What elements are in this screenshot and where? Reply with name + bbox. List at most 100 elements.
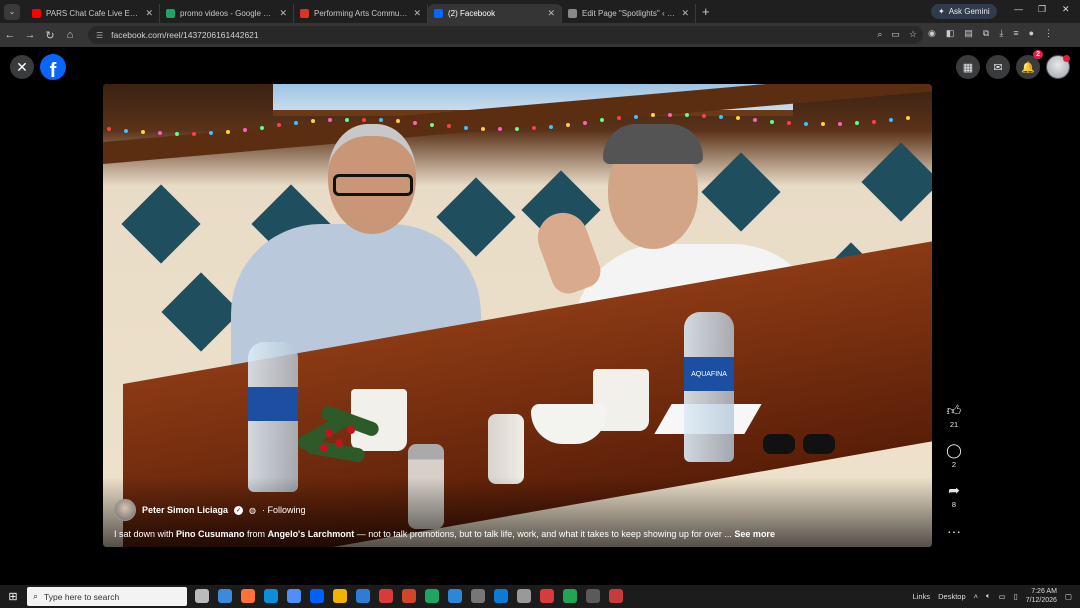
tab-favicon-icon [300,9,309,18]
download-icon[interactable]: ⤓ [999,28,1003,39]
light-bulb [175,131,179,136]
pinned-app-icon[interactable] [333,589,347,603]
light-bulb [345,117,349,122]
forward-icon[interactable]: → [20,29,40,41]
back-icon[interactable]: ← [0,29,20,41]
facebook-logo[interactable]: f [40,54,66,80]
browser-tab[interactable]: promo videos - Google Drive ✕ [160,4,294,23]
desktop-toolbar[interactable]: Desktop [938,592,966,601]
pinned-app-icon[interactable] [218,589,232,603]
tab-favicon-icon [32,9,41,18]
chevron-up-icon[interactable]: ˄ [974,592,978,601]
browser-tab[interactable]: Edit Page "Spotlights" ‹ Peter Li ✕ [562,4,696,23]
tab-close-icon[interactable]: ✕ [681,8,689,19]
reload-icon[interactable]: ↻ [40,29,60,42]
battery-icon[interactable]: ▯ [1014,592,1018,601]
extension-icon-3[interactable]: ▤ [964,28,973,39]
pinned-app-icon[interactable] [402,589,416,603]
light-bulb [753,118,757,123]
ask-gemini-button[interactable]: ✦ Ask Gemini [931,4,997,19]
pinned-app-icon[interactable] [287,589,301,603]
home-icon[interactable]: ⌂ [60,29,80,41]
notifications-button[interactable]: 🔔 2 [1016,50,1043,79]
light-bulb [634,114,638,119]
windows-start-icon[interactable]: ⊞ [0,590,26,603]
site-info-icon[interactable]: ☰ [96,31,103,40]
extensions-puzzle-icon[interactable]: ⧉ [983,28,989,39]
search-icon: ⌕ [33,591,39,601]
pinned-app-icon[interactable] [356,589,370,603]
light-bulb [260,125,264,130]
tab-close-icon[interactable]: ✕ [145,8,153,19]
pinned-app-icon[interactable] [540,589,554,603]
messenger-button[interactable]: ✉ [986,55,1010,79]
cast-icon[interactable]: ▭ [891,29,900,40]
pinned-app-icon[interactable] [241,589,255,603]
maximize-icon[interactable]: ❐ [1038,4,1046,15]
notification-center-icon[interactable]: ▢ [1065,592,1072,601]
network-icon[interactable]: ▭ [999,592,1006,601]
pinned-apps [195,589,623,603]
extension-icon-1[interactable]: ◉ [928,28,936,39]
caption-text-3: — not to talk promotions, but to talk li… [354,529,735,539]
pinned-app-icon[interactable] [563,589,577,603]
close-window-icon[interactable]: ✕ [1062,4,1070,15]
light-bulb [770,119,774,124]
tab-close-icon[interactable]: ✕ [547,8,555,19]
comment-button[interactable]: ◯ 2 [942,442,966,469]
more-options-button[interactable]: ··· [942,523,966,539]
new-tab-button[interactable]: + [702,4,710,19]
like-button[interactable]: 👍︎ 21 [942,402,966,429]
light-bulb [515,126,519,131]
see-more-link[interactable]: See more [734,529,775,539]
follow-status[interactable]: · Following [262,505,306,515]
tab-close-icon[interactable]: ✕ [279,8,287,19]
pinned-app-icon[interactable] [425,589,439,603]
menu-grid-button[interactable]: ▦ [956,55,980,79]
mention-angelos[interactable]: Angelo's Larchmont [268,529,355,539]
menu-dots-icon[interactable]: ⋮ [1044,28,1053,39]
browser-tab[interactable]: Performing Arts Community ✕ [294,4,428,23]
pinned-app-icon[interactable] [379,589,393,603]
share-button[interactable]: ➦ 8 [942,482,966,509]
browser-profile-icon[interactable]: ● [1029,28,1034,39]
share-icon: ➦ [948,482,960,498]
holiday-decoration [295,384,385,484]
account-avatar[interactable] [1046,55,1070,79]
pinned-app-icon[interactable] [310,589,324,603]
volume-icon[interactable]: 🔈︎ [986,591,991,601]
links-toolbar[interactable]: Links [913,592,931,601]
minimize-icon[interactable]: — [1014,4,1023,14]
pinned-app-icon[interactable] [517,589,531,603]
mention-pino[interactable]: Pino Cusumano [176,529,245,539]
pinned-app-icon[interactable] [609,589,623,603]
close-reel-button[interactable]: ✕ [10,55,34,79]
taskbar-search-input[interactable]: ⌕ Type here to search [27,587,187,606]
pinned-app-icon[interactable] [264,589,278,603]
reel-video[interactable]: AQUAFINA [103,84,932,547]
caption-text-1: I sat down with [114,529,177,539]
author-name[interactable]: Peter Simon Liciaga [142,505,228,515]
pinned-app-icon[interactable] [195,589,209,603]
bookmark-star-icon[interactable]: ☆ [909,29,917,40]
extension-icon-2[interactable]: ◧ [946,28,955,39]
tab-label: promo videos - Google Drive [180,9,276,18]
share-count: 8 [951,500,957,509]
taskbar-clock[interactable]: 7:26 AM 7/12/2026 [1026,587,1057,605]
pinned-app-icon[interactable] [586,589,600,603]
pinned-app-icon[interactable] [471,589,485,603]
reading-list-icon[interactable]: ≡ [1013,28,1018,39]
water-bottle-right: AQUAFINA [684,312,734,462]
zoom-icon[interactable]: ⌕ [877,29,882,40]
pinned-app-icon[interactable] [448,589,462,603]
light-bulb [600,118,604,123]
tab-close-icon[interactable]: ✕ [413,8,421,19]
author-avatar[interactable] [114,499,136,521]
url-input[interactable]: ☰ facebook.com/reel/1437206161442621 ⌕ ▭… [88,26,923,44]
light-bulb [481,126,485,131]
tab-search-button[interactable]: ⌄ [4,3,20,20]
browser-tab[interactable]: (2) Facebook ✕ [428,4,562,23]
browser-tab[interactable]: PARS Chat Cafe Live Episode 0 ✕ [26,4,160,23]
pinned-app-icon[interactable] [494,589,508,603]
taskbar: ⊞ ⌕ Type here to search Links Desktop ˄ … [0,585,1080,608]
